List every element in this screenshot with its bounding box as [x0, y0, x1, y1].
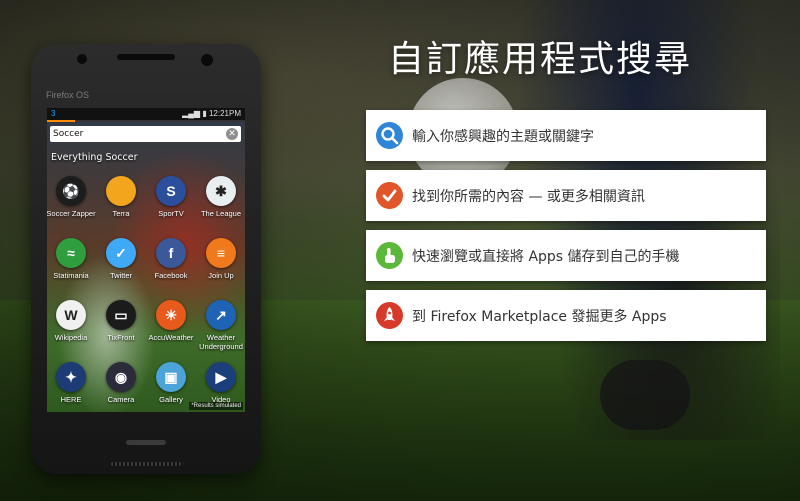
status-time-suffix: PM [229, 109, 241, 118]
loading-progress [47, 120, 245, 122]
collection-title: Everything Soccer [51, 152, 138, 163]
app-join-up-icon[interactable]: ≡ [206, 238, 236, 268]
app-terra-icon[interactable] [106, 176, 136, 206]
search-input[interactable] [53, 127, 213, 140]
phone-brand: Firefox OS [46, 90, 90, 100]
app-video[interactable]: ▶ Video [191, 362, 245, 404]
app-join-up[interactable]: ≡ Join Up [191, 238, 245, 280]
feature-text: 輸入你感興趣的主題或關鍵字 [412, 129, 594, 145]
feature-item: 到 Firefox Marketplace 發掘更多 Apps [366, 290, 766, 341]
app-here-icon[interactable]: ✦ [56, 362, 86, 392]
app-gallery-icon[interactable]: ▣ [156, 362, 186, 392]
phone-grille [111, 462, 181, 466]
app-the-league[interactable]: ✱ The League [191, 176, 245, 218]
feature-text: 到 Firefox Marketplace 發掘更多 Apps [412, 309, 667, 325]
phone-sensor [77, 54, 87, 64]
feature-text: 快速瀏覽或直接將 Apps 儲存到自己的手機 [412, 249, 680, 265]
feature-item: 輸入你感興趣的主題或關鍵字 [366, 110, 766, 161]
app-accuweather-icon[interactable]: ☀ [156, 300, 186, 330]
search-bar[interactable]: ✕ [50, 126, 241, 142]
app-camera-icon[interactable]: ◉ [106, 362, 136, 392]
app-video-icon[interactable]: ▶ [206, 362, 236, 392]
app-label: The League [200, 209, 242, 218]
hand-pointer-icon [376, 242, 403, 269]
app-sportv-icon[interactable]: S [156, 176, 186, 206]
app-label: Join Up [208, 271, 234, 280]
app-label: Weather Underground [199, 333, 243, 351]
feature-text: 找到你所需的內容 — 或更多相關資訊 [412, 189, 645, 205]
app-facebook-icon[interactable]: f [156, 238, 186, 268]
home-button[interactable] [126, 440, 166, 445]
notification-count[interactable]: 3 [51, 109, 55, 118]
signal-icon: ▂▄▆ [182, 109, 201, 118]
app-the-league-icon[interactable]: ✱ [206, 176, 236, 206]
phone-camera [201, 54, 213, 66]
app-wikipedia-icon[interactable]: W [56, 300, 86, 330]
status-time: 12:21 [208, 109, 229, 118]
status-bar: 3 ▂▄▆ ▮ 12:21PM [47, 108, 245, 120]
feature-item: 找到你所需的內容 — 或更多相關資訊 [366, 170, 766, 221]
phone-screen: 3 ▂▄▆ ▮ 12:21PM ✕ Everything Soccer ⚽Soc… [47, 108, 245, 412]
feature-item: 快速瀏覽或直接將 Apps 儲存到自己的手機 [366, 230, 766, 281]
page-title: 自訂應用程式搜尋 [388, 39, 693, 80]
app-twitter-icon[interactable]: ✓ [106, 238, 136, 268]
app-weather-underground[interactable]: ↗ Weather Underground [191, 300, 245, 351]
app-statimania-icon[interactable]: ≈ [56, 238, 86, 268]
app-soccer-zapper-icon[interactable]: ⚽ [56, 176, 86, 206]
clear-icon[interactable]: ✕ [226, 128, 238, 140]
battery-icon: ▮ [202, 109, 207, 118]
search-icon [376, 122, 403, 149]
app-weather-underground-icon[interactable]: ↗ [206, 300, 236, 330]
app-tixfront-icon[interactable]: ▭ [106, 300, 136, 330]
rocket-icon [376, 302, 403, 329]
results-note: *Results simulated [189, 402, 243, 410]
check-icon [376, 182, 403, 209]
phone-speaker [117, 54, 175, 60]
